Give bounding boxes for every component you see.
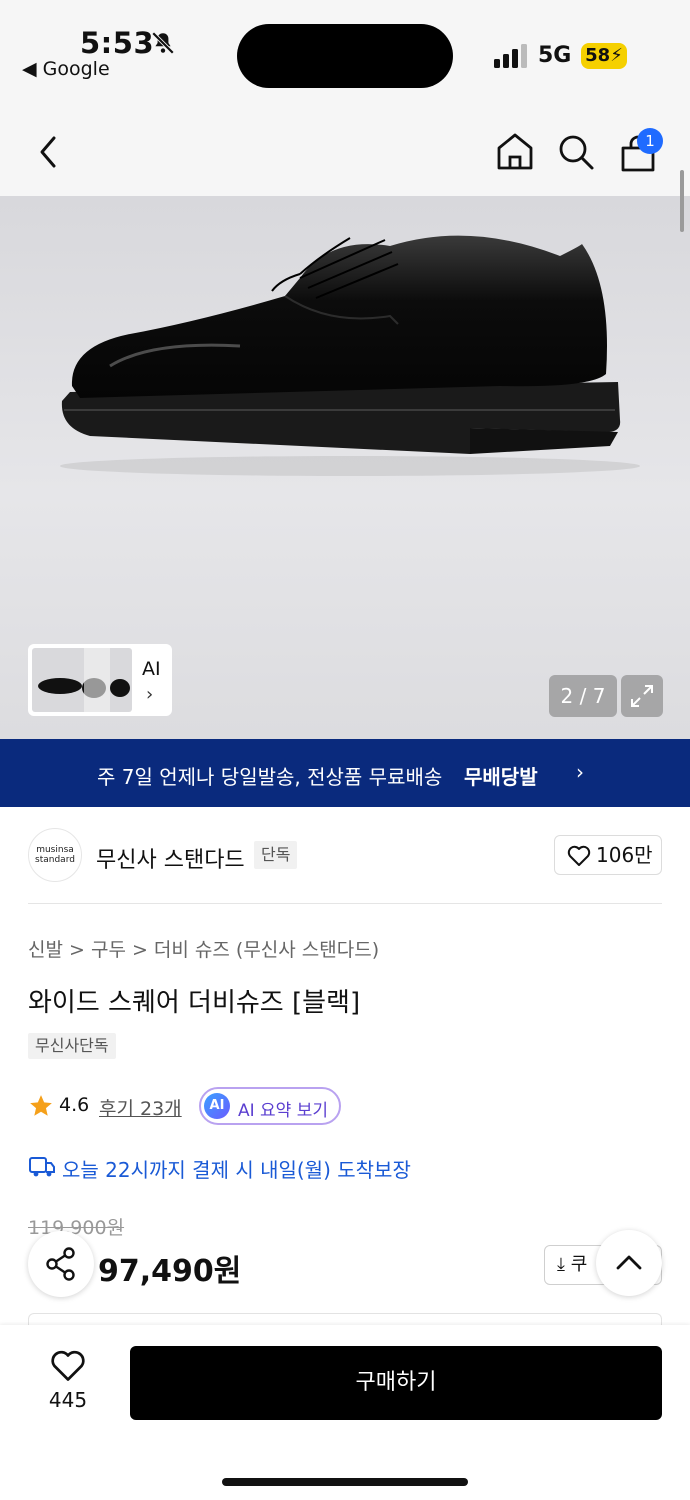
coupon-label: 쿠 [570,1254,588,1275]
chevron-right-icon: › [146,684,154,705]
chevron-right-icon: › [576,760,584,784]
star-icon [30,1095,52,1116]
breadcrumb[interactable]: 신발 > 구두 > 더비 슈즈 (무신사 스탠다드) [28,935,379,962]
brand-logo-text: musinsa [36,845,74,855]
review-link[interactable]: 후기 23개 [99,1094,182,1121]
status-bar: 5:53 ◀ Google 5G 58⚡ [0,0,690,100]
chevron-up-icon [616,1255,642,1270]
cart-count-badge: 1 [637,128,663,154]
rating-value: 4.6 [59,1094,90,1116]
divider [28,903,662,904]
brand-logo-text: standard [35,855,75,865]
back-to-app-link[interactable]: ◀ Google [22,58,110,80]
search-icon[interactable] [556,132,596,172]
expand-icon [631,685,653,707]
sale-price: 97,490원 [98,1254,242,1289]
brand-like-count: 106만 [596,843,653,867]
banner-logo: 무배당발 [464,765,538,789]
home-indicator[interactable] [222,1478,468,1486]
ai-summary-label: AI 요약 보기 [238,1101,329,1121]
delivery-banner[interactable]: 주 7일 언제나 당일발송, 전상품 무료배송 무배당발 › [0,739,690,807]
brand-logo[interactable]: musinsa standard [28,828,82,882]
home-icon[interactable] [494,130,536,172]
exclusive-tag: 단독 [254,841,298,869]
ai-summary-button[interactable]: AI AI 요약 보기 [199,1087,341,1125]
signal-icon [494,42,530,68]
delivery-guarantee[interactable]: 오늘 22시까지 결제 시 내일(월) 도착보장 [62,1154,411,1183]
image-counter: 2 / 7 [549,675,617,717]
dynamic-island [237,24,453,88]
exclusive-badge: 무신사단독 [28,1033,116,1059]
status-time: 5:53 [80,26,155,60]
bell-slash-icon [151,31,175,55]
wish-count: 445 [48,1388,88,1412]
scrollbar[interactable] [680,170,684,232]
thumbnail-image[interactable] [32,648,132,712]
scroll-to-top-button[interactable] [596,1230,662,1296]
delivery-truck-icon [29,1157,55,1177]
brand-like-button[interactable]: 106만 [554,835,662,875]
back-arrow-icon[interactable] [32,132,64,172]
heart-icon[interactable] [50,1349,86,1383]
thumbnail-ai-label: AI [142,658,161,680]
heart-icon [567,845,591,866]
banner-text: 주 7일 언제나 당일발송, 전상품 무료배송 [97,765,443,789]
battery-level: 58 [585,45,611,66]
network-type: 5G [538,43,572,68]
expand-button[interactable] [621,675,663,717]
battery-icon: 58⚡ [581,43,627,69]
ai-badge-icon: AI [204,1093,230,1119]
product-title: 와이드 스퀘어 더비슈즈 [블랙] [28,988,361,1018]
brand-name[interactable]: 무신사 스탠다드 [96,842,245,874]
buy-button[interactable]: 구매하기 [130,1346,662,1420]
share-icon [46,1247,75,1281]
download-icon: ⤓ [557,1254,565,1275]
share-button[interactable] [28,1231,94,1297]
